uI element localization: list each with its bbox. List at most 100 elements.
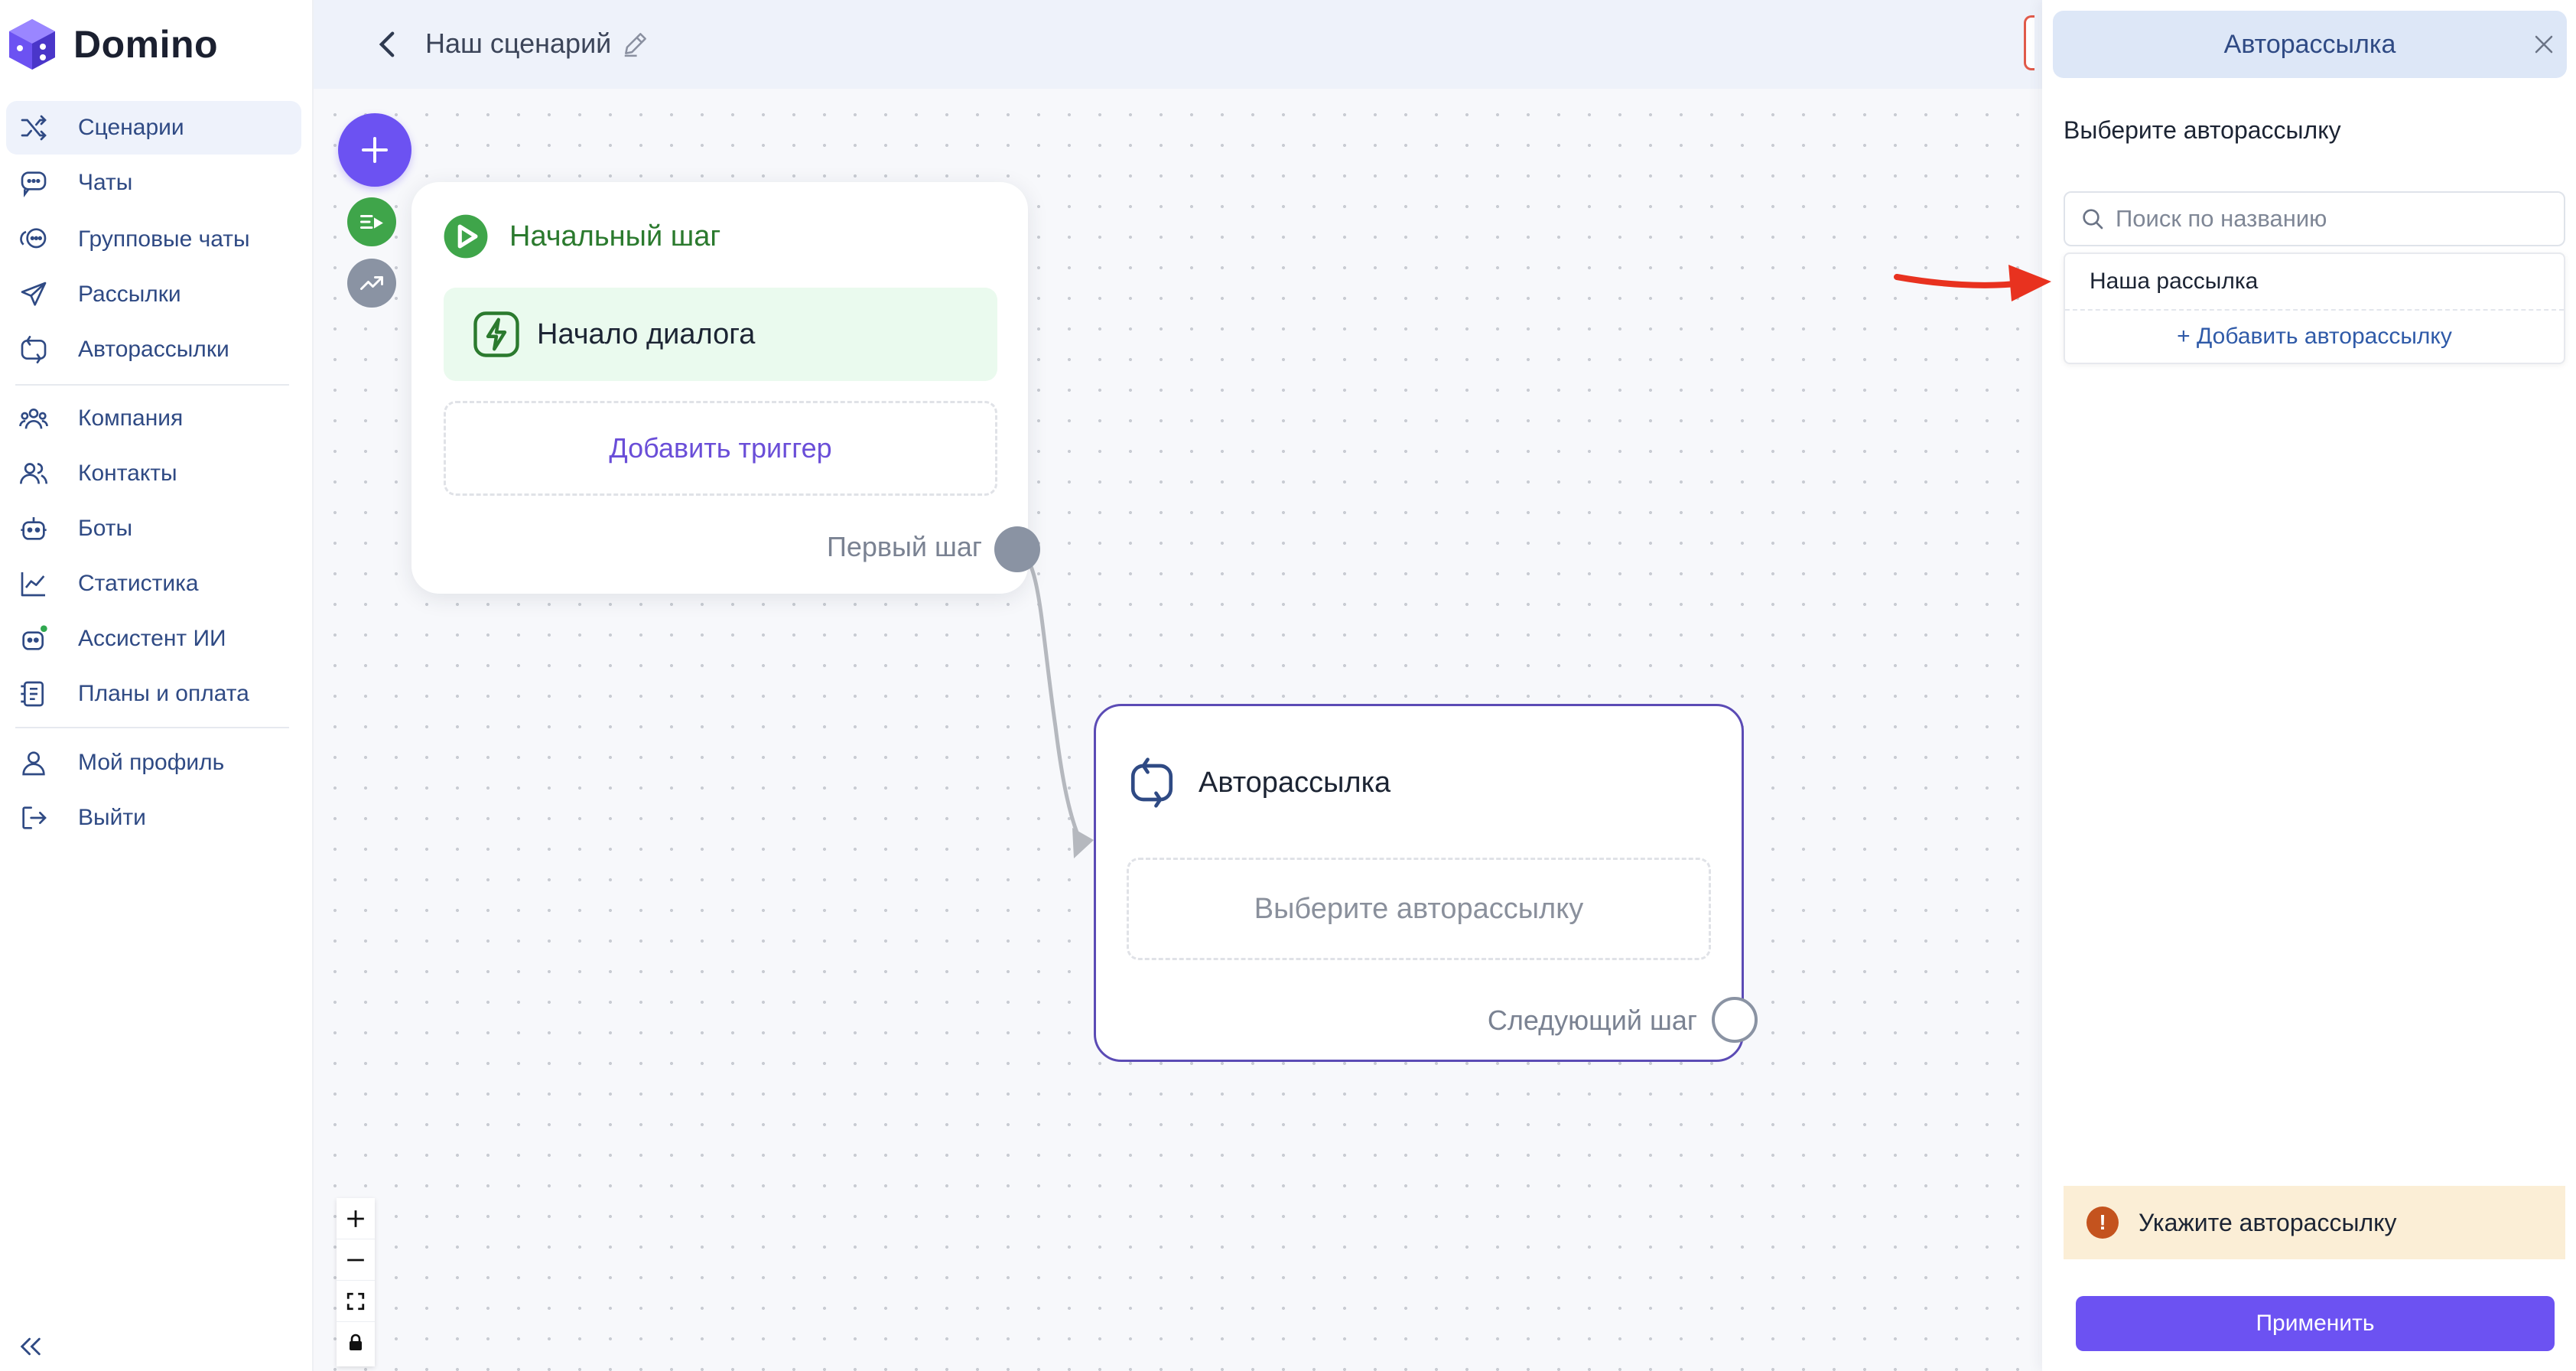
fit-view-button[interactable]: [337, 1281, 375, 1322]
logo-mark-icon: [8, 18, 57, 71]
lightning-icon: [473, 311, 519, 357]
sidebar-item-label: Рассылки: [78, 282, 181, 307]
bot-icon: [17, 512, 50, 545]
billing-icon: [17, 677, 50, 711]
sidebar-item-label: Компания: [78, 405, 184, 431]
auto-mailing-node[interactable]: Авторассылка Выберите авторассылку Следу…: [1094, 704, 1744, 1062]
auto-mailing-dropdown: Наша рассылка + Добавить авторассылку: [2064, 252, 2565, 364]
send-icon: [17, 278, 50, 311]
lock-button[interactable]: [337, 1322, 375, 1363]
chevron-left-icon: [379, 31, 395, 57]
sidebar-item-auto-mailings[interactable]: Авторассылки: [6, 323, 301, 376]
sidebar-item-label: Планы и оплата: [78, 681, 249, 706]
sidebar-item-label: Выйти: [78, 805, 146, 830]
lock-icon: [350, 1334, 362, 1350]
logo[interactable]: Domino: [8, 14, 218, 75]
apply-button[interactable]: Применить: [2076, 1296, 2555, 1351]
list-icon: [360, 215, 383, 229]
start-node-header: Начальный шаг: [442, 213, 720, 260]
logo-text: Domino: [73, 23, 219, 66]
sidebar-divider: [15, 727, 289, 728]
sidebar-item-label: Боты: [78, 516, 133, 541]
sidebar-item-label: Чаты: [78, 170, 133, 195]
sidebar-item-profile[interactable]: Мой профиль: [6, 736, 301, 790]
close-panel-button[interactable]: [2529, 29, 2559, 60]
add-auto-mailing-button[interactable]: + Добавить авторассылку: [2065, 309, 2564, 363]
sidebar-item-chats[interactable]: Чаты: [6, 156, 301, 210]
trend-icon: [360, 276, 383, 290]
sidebar-item-company[interactable]: Компания: [6, 392, 301, 445]
sidebar-item-billing[interactable]: Планы и оплата: [6, 667, 301, 721]
warning-banner: ! Укажите авторассылку: [2064, 1186, 2565, 1259]
zoom-in-button[interactable]: [337, 1198, 375, 1239]
next-step-port[interactable]: [1712, 997, 1758, 1043]
chat-icon: [17, 166, 50, 200]
panel-subtitle: Выберите авторассылку: [2064, 116, 2341, 144]
sidebar-item-label: Ассистент ИИ: [78, 626, 226, 651]
trigger-item[interactable]: Начало диалога: [444, 288, 997, 381]
sidebar-divider: [15, 384, 289, 386]
sidebar-item-ai-assistant[interactable]: Ассистент ИИ: [6, 612, 301, 666]
sidebar-item-label: Сценарии: [78, 115, 184, 140]
sidebar-item-scenarios[interactable]: Сценарии: [6, 101, 301, 155]
auto-node-header: Авторассылка: [1127, 755, 1390, 810]
start-output-port[interactable]: [994, 526, 1040, 572]
panel-title: Авторассылка: [2053, 11, 2567, 78]
company-icon: [17, 402, 50, 435]
search-icon: [2083, 209, 2103, 230]
back-button[interactable]: [375, 29, 399, 60]
dropdown-option[interactable]: Наша рассылка: [2065, 254, 2564, 309]
sidebar-item-contacts[interactable]: Контакты: [6, 447, 301, 500]
chart-icon: [17, 567, 50, 601]
sidebar-item-label: Контакты: [78, 461, 177, 486]
auto-mailing-icon: [1130, 757, 1173, 808]
next-step-label: Следующий шаг: [1487, 1005, 1697, 1036]
sidebar-item-label: Статистика: [78, 571, 199, 596]
search-field[interactable]: [2064, 191, 2565, 246]
trigger-label: Начало диалога: [537, 318, 756, 350]
sidebar-item-bots[interactable]: Боты: [6, 502, 301, 555]
group-chat-icon: [17, 223, 50, 256]
annotation-arrow-icon: [1894, 265, 2051, 301]
shuffle-icon: [17, 111, 50, 145]
start-node-title: Начальный шаг: [509, 220, 721, 252]
stats-button[interactable]: [347, 259, 396, 308]
play-icon: [444, 214, 488, 259]
add-node-button[interactable]: [338, 113, 411, 187]
auto-node-title: Авторассылка: [1199, 766, 1391, 799]
start-node[interactable]: Начальный шаг Начало диалога Добавить тр…: [411, 182, 1028, 594]
close-icon: [2535, 35, 2553, 54]
double-chevron-left-icon: [20, 1337, 41, 1356]
logout-icon: [17, 801, 50, 835]
first-step-label: Первый шаг: [826, 531, 982, 562]
sidebar-item-label: Групповые чаты: [78, 226, 250, 252]
sidebar-item-label: Авторассылки: [78, 337, 229, 362]
plus-icon: [347, 1210, 364, 1227]
ai-assistant-icon: [17, 622, 50, 656]
minus-icon: [347, 1259, 364, 1261]
sidebar-item-mailings[interactable]: Рассылки: [6, 268, 301, 321]
scenario-title: Наш сценарий: [425, 28, 612, 59]
plus-icon: [362, 137, 388, 163]
user-icon: [17, 746, 50, 780]
contacts-icon: [17, 457, 50, 490]
sidebar-item-logout[interactable]: Выйти: [6, 791, 301, 845]
edit-title-icon[interactable]: [621, 29, 650, 58]
sidebar-item-group-chats[interactable]: Групповые чаты: [6, 213, 301, 266]
select-auto-mailing-slot[interactable]: Выберите авторассылку: [1127, 858, 1711, 960]
sidebar-item-label: Мой профиль: [78, 750, 225, 775]
warning-text: Укажите авторассылку: [2139, 1208, 2397, 1236]
zoom-controls: [337, 1198, 375, 1366]
topbar-button-edge[interactable]: [2024, 15, 2034, 70]
sidebar: Domino Сценарии Чаты Групповые чаты Расс…: [0, 0, 314, 1371]
add-trigger-button[interactable]: Добавить триггер: [444, 401, 997, 496]
sidebar-item-statistics[interactable]: Статистика: [6, 557, 301, 611]
auto-mailing-icon: [17, 333, 50, 366]
fit-view-icon: [346, 1292, 365, 1310]
settings-panel: Авторассылка Выберите авторассылку Наша …: [2042, 0, 2576, 1371]
zoom-out-button[interactable]: [337, 1239, 375, 1281]
warning-icon: !: [2086, 1207, 2119, 1239]
search-input[interactable]: [2116, 205, 2544, 233]
list-nodes-button[interactable]: [347, 197, 396, 246]
collapse-sidebar-button[interactable]: [15, 1331, 46, 1362]
